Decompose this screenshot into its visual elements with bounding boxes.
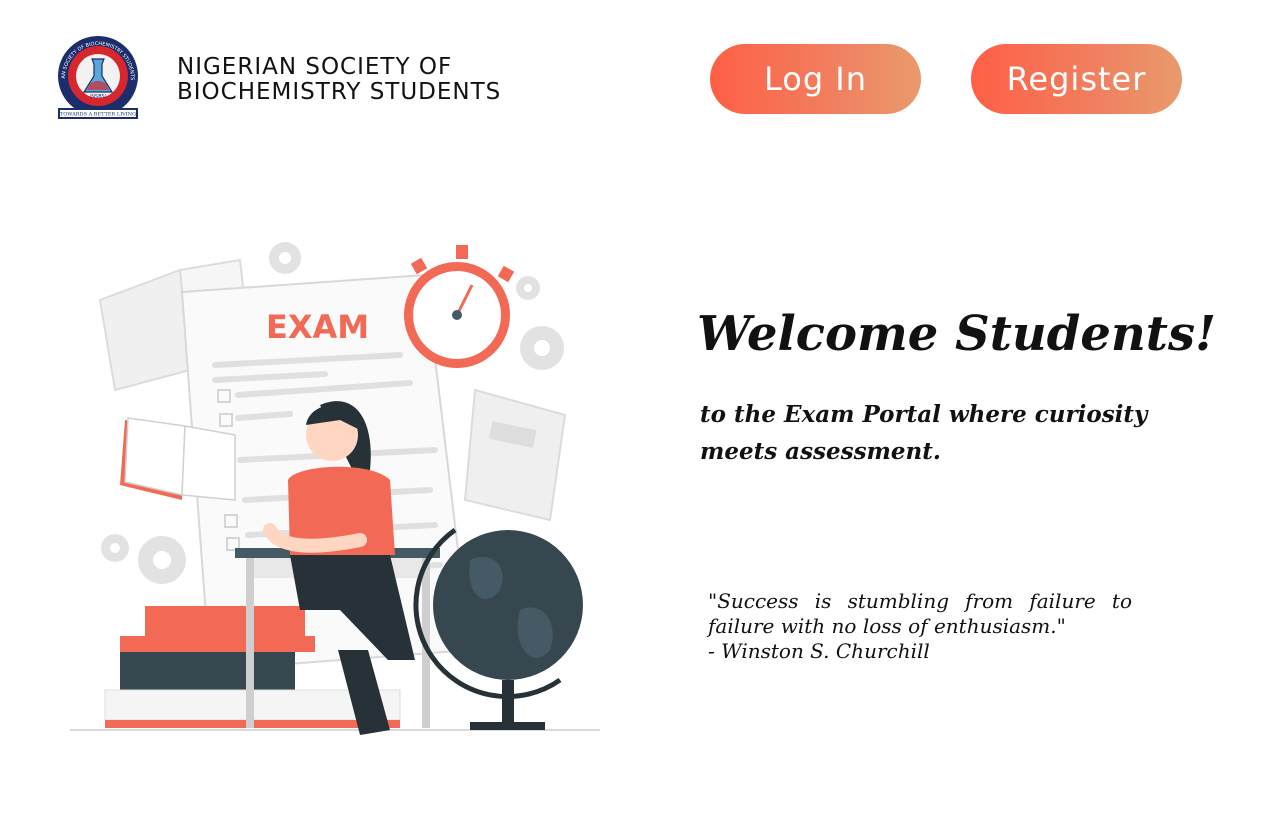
nsbs-logo[interactable]: NIGERIAN SOCIETY OF BIOCHEMISTRY STUDENT… [54, 34, 142, 122]
intro-text: to the Exam Portal where curiosity meets… [700, 401, 1148, 465]
quote-block: "Success is stumbling from failure to fa… [708, 589, 1132, 664]
org-name: NIGERIAN SOCIETY OF BIOCHEMISTRY STUDENT… [177, 55, 501, 105]
login-button[interactable]: Log In [710, 44, 921, 114]
register-button[interactable]: Register [971, 44, 1182, 114]
stopwatch-icon [404, 245, 515, 368]
welcome-title: Welcome Students! [697, 306, 1217, 362]
org-name-line2: BIOCHEMISTRY STUDENTS [177, 79, 502, 105]
quote-text: "Success is stumbling from failure to fa… [708, 589, 1132, 638]
quote-author: - Winston S. Churchill [708, 639, 930, 663]
logo-banner-text: TOWARDS A BETTER LIVING [60, 112, 136, 118]
org-name-line1: NIGERIAN SOCIETY OF [177, 54, 453, 80]
logo-inner-text: (NSBS) [89, 94, 106, 100]
exam-label: EXAM [266, 308, 369, 346]
student-exam-illustration: EXAM [70, 242, 600, 735]
